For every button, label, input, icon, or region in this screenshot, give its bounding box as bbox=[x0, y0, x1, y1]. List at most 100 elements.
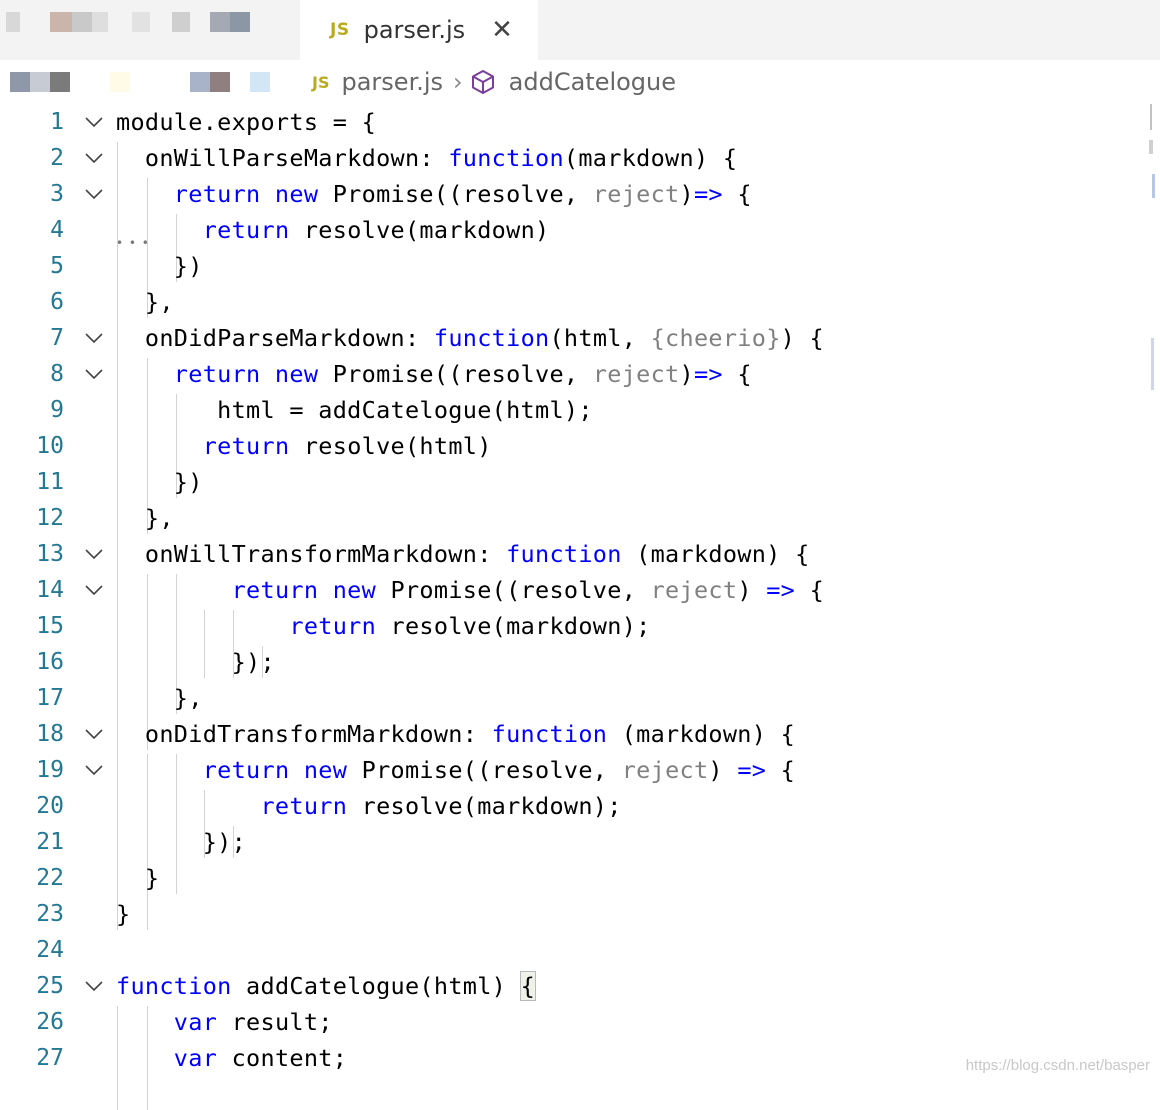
keyword-token: => bbox=[737, 756, 767, 784]
code-line[interactable]: 11 }) bbox=[0, 464, 1150, 500]
blurred-breadcrumb-block bbox=[250, 72, 270, 92]
code-text: module.exports = { bbox=[116, 104, 376, 140]
code-token: module.exports = { bbox=[116, 108, 377, 136]
code-text: var result; bbox=[116, 1004, 333, 1040]
chevron-down-icon[interactable] bbox=[84, 364, 104, 384]
code-line[interactable]: 18 onDidTransformMarkdown: function (mar… bbox=[0, 716, 1150, 752]
tab-parser-js[interactable]: JS parser.js ✕ bbox=[300, 0, 538, 60]
code-text: return new Promise((resolve, reject)=> { bbox=[116, 356, 752, 392]
code-text: var content; bbox=[116, 1040, 347, 1076]
code-line[interactable]: 8 return new Promise((resolve, reject)=>… bbox=[0, 356, 1150, 392]
blurred-tab-block bbox=[230, 12, 250, 32]
menu-icon[interactable] bbox=[6, 12, 20, 32]
chevron-down-icon[interactable] bbox=[84, 544, 104, 564]
chevron-down-icon[interactable] bbox=[84, 148, 104, 168]
chevron-down-icon[interactable] bbox=[84, 328, 104, 348]
blurred-tab-block bbox=[50, 12, 72, 32]
code-text: }); bbox=[116, 644, 275, 680]
code-line[interactable]: 6 }, bbox=[0, 284, 1150, 320]
code-line[interactable]: 19 return new Promise((resolve, reject) … bbox=[0, 752, 1150, 788]
code-editor[interactable]: 1 module.exports = {2 onWillParseMarkdown… bbox=[0, 104, 1160, 1110]
code-line[interactable]: 13 onWillTransformMarkdown: function (ma… bbox=[0, 536, 1150, 572]
code-line[interactable]: 26 var result; bbox=[0, 1004, 1150, 1040]
code-text: function addCatelogue(html) { bbox=[116, 968, 537, 1004]
line-number: 10 bbox=[36, 433, 64, 459]
blurred-tab-block bbox=[92, 12, 108, 32]
code-line[interactable]: 15 return resolve(markdown); bbox=[0, 608, 1150, 644]
chevron-down-icon[interactable] bbox=[84, 976, 104, 996]
code-text: }, bbox=[116, 500, 174, 536]
code-line[interactable]: 3 return new Promise((resolve, reject)=>… bbox=[0, 176, 1150, 212]
code-line[interactable]: 22 } bbox=[0, 860, 1150, 896]
code-token: { bbox=[519, 971, 537, 1001]
code-line[interactable]: 14 return new Promise((resolve, reject) … bbox=[0, 572, 1150, 608]
code-text: onDidTransformMarkdown: function (markdo… bbox=[116, 716, 795, 752]
chevron-right-icon: › bbox=[453, 68, 463, 96]
code-line[interactable]: 16 }); bbox=[0, 644, 1150, 680]
code-token: { bbox=[766, 756, 796, 784]
code-token: html = addCatelogue(html); bbox=[116, 396, 593, 424]
code-text: return resolve(html) bbox=[116, 428, 492, 464]
blurred-tabs bbox=[0, 0, 300, 60]
code-line[interactable]: 2 onWillParseMarkdown: function(markdown… bbox=[0, 140, 1150, 176]
code-token: onWillTransformMarkdown: bbox=[116, 540, 507, 568]
code-line[interactable]: 20 return resolve(markdown); bbox=[0, 788, 1150, 824]
code-line[interactable]: 21 }); bbox=[0, 824, 1150, 860]
code-line[interactable]: 5 }) bbox=[0, 248, 1150, 284]
code-line[interactable]: 25 function addCatelogue(html) { bbox=[0, 968, 1150, 1004]
minimap[interactable] bbox=[1146, 104, 1158, 394]
tab-title: parser.js bbox=[363, 16, 466, 44]
close-icon[interactable]: ✕ bbox=[491, 17, 513, 43]
keyword-token: return new bbox=[173, 360, 333, 388]
blurred-tab-block bbox=[172, 12, 190, 32]
code-token: ) bbox=[708, 756, 738, 784]
chevron-down-icon[interactable] bbox=[84, 724, 104, 744]
unused-param-token: reject bbox=[621, 756, 709, 784]
code-text: }); bbox=[116, 824, 246, 860]
code-token: (markdown) { bbox=[607, 720, 796, 748]
line-number: 20 bbox=[36, 793, 64, 819]
chevron-down-icon[interactable] bbox=[84, 112, 104, 132]
breadcrumb-file[interactable]: parser.js bbox=[341, 68, 443, 96]
code-line[interactable]: 9 html = addCatelogue(html); bbox=[0, 392, 1150, 428]
blurred-breadcrumb-block bbox=[10, 72, 30, 92]
code-line[interactable]: 12 }, bbox=[0, 500, 1150, 536]
js-file-icon: JS bbox=[312, 72, 330, 92]
code-token: }); bbox=[116, 828, 247, 856]
keyword-token: => bbox=[766, 576, 796, 604]
code-token: ) bbox=[679, 180, 694, 208]
code-line[interactable]: 17 }, bbox=[0, 680, 1150, 716]
chevron-down-icon[interactable] bbox=[84, 760, 104, 780]
code-line[interactable]: 24 bbox=[0, 932, 1150, 968]
code-line[interactable]: 10 return resolve(html) bbox=[0, 428, 1150, 464]
line-number: 6 bbox=[50, 289, 64, 315]
code-token: (html, bbox=[549, 324, 651, 352]
code-text: return resolve(markdown) bbox=[116, 212, 549, 248]
code-token: onDidTransformMarkdown: bbox=[116, 720, 492, 748]
breadcrumb-symbol[interactable]: addCatelogue bbox=[509, 68, 676, 96]
code-token: resolve(markdown); bbox=[390, 612, 651, 640]
line-number: 5 bbox=[50, 253, 64, 279]
line-number: 4 bbox=[50, 217, 64, 243]
tab-bar: JS parser.js ✕ bbox=[0, 0, 1160, 60]
code-token: (markdown) { bbox=[563, 144, 738, 172]
code-token: resolve(html) bbox=[303, 432, 492, 460]
code-token: { bbox=[795, 576, 825, 604]
code-text: onDidParseMarkdown: function(html, {chee… bbox=[116, 320, 824, 356]
code-line[interactable]: 1 module.exports = { bbox=[0, 104, 1150, 140]
blurred-breadcrumb-block bbox=[110, 72, 130, 92]
keyword-token: return new bbox=[173, 180, 333, 208]
code-text: }) bbox=[116, 464, 203, 500]
code-token: } bbox=[116, 900, 131, 928]
line-number: 24 bbox=[36, 937, 64, 963]
line-number: 11 bbox=[36, 469, 64, 495]
code-line[interactable]: 7 onDidParseMarkdown: function(html, {ch… bbox=[0, 320, 1150, 356]
line-number: 22 bbox=[36, 865, 64, 891]
code-line[interactable]: 23} bbox=[0, 896, 1150, 932]
line-number: 27 bbox=[36, 1045, 64, 1071]
chevron-down-icon[interactable] bbox=[84, 580, 104, 600]
chevron-down-icon[interactable] bbox=[84, 184, 104, 204]
code-line[interactable]: 4 return resolve(markdown) bbox=[0, 212, 1150, 248]
